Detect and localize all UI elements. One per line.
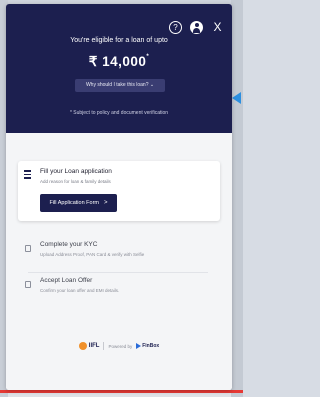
loan-amount: ₹ 14,000*	[6, 54, 232, 70]
powered-by-text: Powered by	[108, 343, 133, 349]
step1-subtitle: Add reason for loan & family details	[40, 179, 111, 184]
iifl-brand-text: IIFL	[88, 343, 100, 349]
chevron-right-icon: >	[104, 200, 108, 206]
iifl-logo: IIFL	[78, 342, 100, 350]
list-icon	[24, 170, 31, 179]
finbox-brand-text: FinBox	[142, 343, 160, 349]
why-take-loan-button[interactable]: Why should I take this loan? ⌄	[75, 79, 165, 92]
user-icon	[190, 21, 203, 34]
finbox-logo: FinBox	[136, 343, 159, 349]
iifl-mark-icon	[78, 342, 87, 350]
fill-application-label: Fill Application Form	[49, 200, 99, 206]
step3-title: Accept Loan Offer	[40, 277, 93, 284]
footer-separator	[103, 342, 105, 350]
document-icon	[25, 281, 31, 288]
amount-asterisk: *	[146, 54, 150, 60]
offer-header: ? X You're eligible for a loan of upto ₹…	[6, 4, 232, 133]
fill-application-button[interactable]: Fill Application Form >	[40, 194, 117, 212]
step-complete-kyc: Complete your KYC Upload Address Proof, …	[18, 241, 220, 271]
eligible-text: You're eligible for a loan of upto	[70, 37, 168, 44]
step2-title: Complete your KYC	[40, 241, 98, 248]
background-right-strip	[231, 0, 243, 397]
pointer-arrow-icon	[232, 92, 241, 104]
question-icon: ?	[169, 21, 182, 34]
close-icon: X	[213, 20, 222, 34]
id-card-icon	[25, 245, 31, 252]
step2-subtitle: Upload Address Proof, PAN Card & verify …	[40, 252, 145, 257]
subject-note: * Subject to policy and document verific…	[69, 110, 169, 116]
close-button[interactable]: X	[211, 21, 224, 34]
bottom-accent-line	[0, 390, 243, 393]
finbox-mark-icon	[136, 343, 142, 349]
header-actions: ? X	[169, 21, 224, 34]
step-accept-offer: Accept Loan Offer Confirm your loan offe…	[18, 277, 220, 307]
steps-section: Fill your Loan application Add reason fo…	[6, 133, 232, 390]
help-button[interactable]: ?	[169, 21, 182, 34]
loan-offer-modal: ? X You're eligible for a loan of upto ₹…	[6, 4, 232, 390]
loan-amount-value: ₹ 14,000	[88, 54, 147, 69]
step1-title: Fill your Loan application	[40, 168, 112, 175]
step-divider	[28, 272, 208, 273]
step-fill-application: Fill your Loan application Add reason fo…	[18, 161, 220, 221]
profile-button[interactable]	[190, 21, 203, 34]
step3-subtitle: Confirm your loan offer and EMI details.	[40, 288, 120, 293]
footer-branding: IIFL Powered by FinBox	[6, 340, 232, 352]
